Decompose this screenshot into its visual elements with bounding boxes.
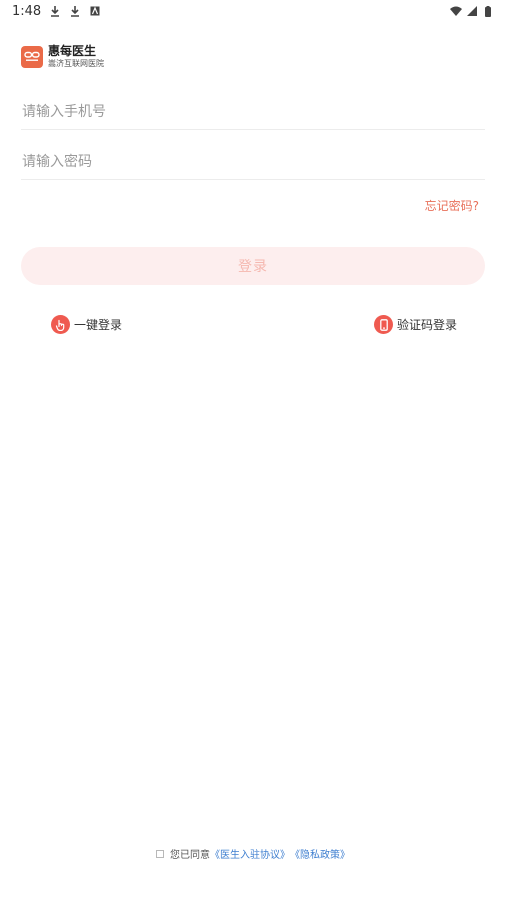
status-left: 1:48: [12, 4, 101, 19]
login-button[interactable]: 登录: [21, 247, 485, 285]
status-time: 1:48: [12, 3, 42, 19]
agreement-checkbox[interactable]: [156, 849, 164, 858]
status-bar: 1:48: [0, 0, 506, 22]
brand-text: 惠每医生 嵩济互联网医院: [48, 44, 104, 69]
agreement-prefix: 您已同意: [170, 850, 210, 861]
brand-title: 惠每医生: [48, 44, 97, 58]
forgot-password-link[interactable]: 忘记密码?: [425, 197, 479, 214]
agreement-row: 您已同意 《医生入驻协议》 《隐私政策》: [0, 846, 506, 861]
app-notification-icon: [89, 5, 101, 17]
one-click-login-label: 一键登录: [74, 318, 123, 332]
download-icon: [49, 5, 61, 17]
one-click-login-button[interactable]: 一键登录: [51, 315, 122, 334]
tap-hand-icon: [51, 315, 70, 334]
wifi-icon: [450, 5, 462, 17]
privacy-policy-link[interactable]: 《隐私政策》: [290, 846, 350, 861]
password-field-container: [21, 145, 487, 180]
phone-input[interactable]: [21, 95, 487, 129]
phone-field-container: [21, 95, 487, 130]
status-right: [450, 5, 494, 17]
signal-icon: [466, 5, 478, 17]
battery-icon: [482, 5, 494, 17]
brand-subtitle: 嵩济互联网医院: [48, 59, 104, 68]
doctor-agreement-link[interactable]: 《医生入驻协议》: [210, 846, 290, 861]
brand-header: 惠每医生 嵩济互联网医院: [21, 44, 104, 69]
phone-icon: [374, 315, 393, 334]
sms-code-login-button[interactable]: 验证码登录: [374, 315, 457, 334]
download-icon: [69, 5, 81, 17]
password-input[interactable]: [21, 145, 487, 179]
brand-logo-icon: [21, 45, 43, 68]
sms-code-login-label: 验证码登录: [397, 318, 458, 332]
